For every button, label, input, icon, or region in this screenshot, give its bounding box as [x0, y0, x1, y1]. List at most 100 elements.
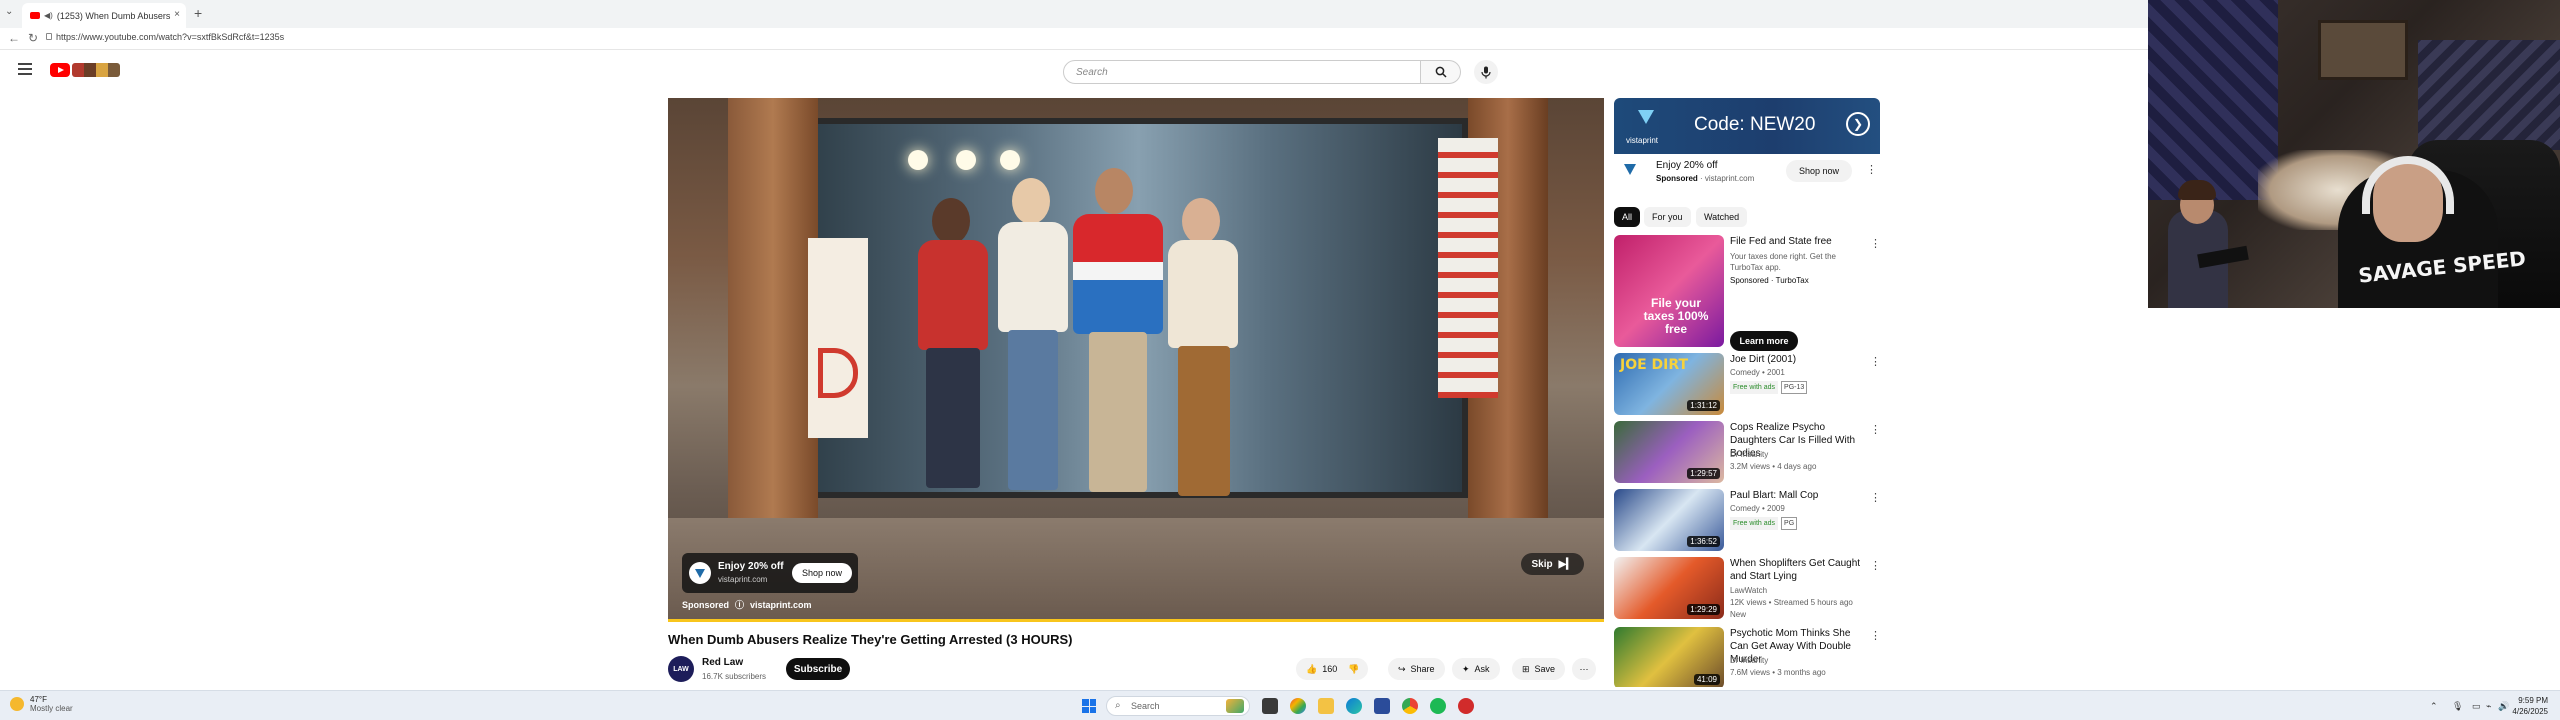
microphone-icon[interactable]: 🎙 — [2452, 701, 2463, 712]
like-count[interactable]: 160 — [1322, 664, 1337, 674]
lock-icon[interactable] — [46, 33, 52, 40]
search-button[interactable] — [1421, 60, 1461, 84]
skip-next-icon: ▶▎ — [1558, 558, 1574, 570]
url-field[interactable]: https://www.youtube.com/watch?v=sxtfBkSd… — [56, 32, 284, 42]
youtube-logo[interactable] — [50, 63, 120, 77]
shop-now-button[interactable]: Shop now — [792, 563, 852, 583]
more-vert-icon[interactable]: ⋮ — [1866, 163, 1877, 176]
rec-title[interactable]: Paul Blart: Mall Cop — [1730, 489, 1866, 502]
skip-ad-button[interactable]: Skip ▶▎ — [1521, 553, 1584, 575]
close-tab-icon[interactable]: × — [174, 9, 180, 20]
volume-icon[interactable]: 🔊 — [2498, 701, 2509, 712]
learn-more-button[interactable]: Learn more — [1730, 331, 1798, 351]
browser-tab[interactable]: ◀) (1253) When Dumb Abusers × — [22, 3, 186, 28]
more-vert-icon[interactable]: ⋮ — [1870, 423, 1881, 436]
sponsored-domain[interactable]: vistaprint.com — [750, 600, 812, 610]
ad-sponsor-line: Sponsored · vistaprint.com — [1656, 174, 1755, 183]
rec-channel[interactable]: Dr Insanity — [1730, 449, 1870, 460]
thumbs-down-icon[interactable]: 👎 — [1348, 664, 1359, 675]
recommendation-item[interactable]: File your taxes 100% free File Fed and S… — [1614, 235, 1881, 351]
ad-banner-code: Code: NEW20 — [1694, 114, 1816, 135]
video-thumbnail[interactable]: 1:29:57 — [1614, 421, 1724, 483]
speaker-icon[interactable]: ◀) — [44, 11, 53, 20]
windows-start-icon[interactable] — [1082, 699, 1096, 713]
recommendation-item[interactable]: 1:29:29 When Shoplifters Get Caught and … — [1614, 557, 1881, 619]
ad-headline: Enjoy 20% off — [718, 561, 784, 572]
thumbs-up-icon[interactable]: 👍 — [1306, 664, 1317, 675]
search-input[interactable]: Search — [1063, 60, 1421, 84]
video-player[interactable]: Enjoy 20% off vistaprint.com Shop now Sp… — [668, 98, 1604, 622]
chip-all[interactable]: All — [1614, 207, 1641, 227]
recommendation-item[interactable]: 1:29:57 Cops Realize Psycho Daughters Ca… — [1614, 421, 1881, 483]
channel-name[interactable]: Red Law — [702, 657, 743, 668]
video-thumbnail[interactable]: 41:09 — [1614, 627, 1724, 687]
file-explorer-icon[interactable] — [1318, 698, 1334, 714]
system-clock[interactable]: 9:59 PM 4/26/2025 — [2512, 695, 2548, 717]
recommendation-item[interactable]: 41:09 Psychotic Mom Thinks She Can Get A… — [1614, 627, 1880, 687]
chrome-icon[interactable] — [1402, 698, 1418, 714]
new-tab-button[interactable]: + — [194, 5, 202, 21]
subscribe-button[interactable]: Subscribe — [786, 658, 850, 680]
ad-headline: Enjoy 20% off — [1656, 160, 1718, 171]
tab-list-chevron-icon[interactable]: ⌄ — [5, 6, 13, 17]
voice-search-button[interactable] — [1474, 60, 1498, 84]
rec-badges: Free with ads PG — [1730, 517, 1870, 530]
ad-progress-bar[interactable] — [668, 619, 1604, 622]
video-thumbnail[interactable]: JOE DIRT 1:31:12 — [1614, 353, 1724, 415]
rec-channel[interactable]: LawWatch — [1730, 585, 1870, 596]
thumbnail-text: JOE DIRT — [1620, 357, 1689, 373]
search-highlight-icon[interactable] — [1226, 699, 1244, 713]
more-actions-button[interactable]: ⋯ — [1572, 658, 1596, 680]
ad-banner[interactable]: vistaprint Code: NEW20 ❯ — [1614, 98, 1880, 154]
network-icon[interactable]: ⌁ — [2486, 701, 2491, 712]
store-icon[interactable] — [1374, 698, 1390, 714]
recommendation-item[interactable]: 1:36:52 Paul Blart: Mall Cop Comedy • 20… — [1614, 489, 1881, 551]
rating-badge: PG-13 — [1781, 381, 1808, 394]
recommendation-item[interactable]: JOE DIRT 1:31:12 Joe Dirt (2001) Comedy … — [1614, 353, 1881, 415]
tab-title: (1253) When Dumb Abusers — [56, 10, 171, 21]
video-thumbnail[interactable]: File your taxes 100% free — [1614, 235, 1724, 347]
shop-now-button[interactable]: Shop now — [1786, 160, 1852, 182]
chip-for-you[interactable]: For you — [1644, 207, 1691, 227]
share-label: Share — [1410, 664, 1435, 674]
back-arrow-icon[interactable]: ← — [8, 31, 20, 45]
weather-condition: Mostly clear — [30, 704, 73, 713]
more-vert-icon[interactable]: ⋮ — [1870, 355, 1881, 368]
copilot-icon[interactable] — [1290, 698, 1306, 714]
ask-button[interactable]: ✦ Ask — [1452, 658, 1500, 680]
hamburger-menu-icon[interactable] — [18, 63, 32, 78]
spotify-icon[interactable] — [1430, 698, 1446, 714]
share-button[interactable]: ↪ Share — [1388, 658, 1445, 680]
address-bar: ← ↻ https://www.youtube.com/watch?v=sxtf… — [0, 28, 2148, 50]
ceiling-light — [956, 150, 976, 170]
chip-watched[interactable]: Watched — [1696, 207, 1748, 227]
video-thumbnail[interactable]: 1:36:52 — [1614, 489, 1724, 551]
weather-widget[interactable]: 47°F Mostly clear — [10, 695, 73, 713]
reload-icon[interactable]: ↻ — [28, 31, 38, 45]
video-thumbnail[interactable]: 1:29:29 — [1614, 557, 1724, 619]
chevron-up-icon[interactable]: ⌃ — [2430, 701, 2438, 712]
save-button[interactable]: ⊞ Save — [1512, 658, 1566, 680]
app-icon[interactable] — [1458, 698, 1474, 714]
rec-title[interactable]: File Fed and State free — [1730, 235, 1866, 248]
sponsored-label: Sponsored — [1656, 174, 1698, 183]
rec-title[interactable]: Joe Dirt (2001) — [1730, 353, 1866, 366]
more-vert-icon[interactable]: ⋮ — [1870, 237, 1881, 250]
search-icon — [1435, 66, 1447, 78]
rec-genre: Comedy • 2009 — [1730, 504, 1785, 513]
more-vert-icon[interactable]: ⋮ — [1870, 629, 1880, 642]
arrow-right-icon[interactable]: ❯ — [1846, 112, 1870, 136]
more-vert-icon[interactable]: ⋮ — [1870, 491, 1881, 504]
clock-date: 4/26/2025 — [2512, 707, 2548, 716]
rec-title[interactable]: When Shoplifters Get Caught and Start Ly… — [1730, 557, 1866, 583]
task-view-icon[interactable] — [1262, 698, 1278, 714]
ad-overlay-card[interactable]: Enjoy 20% off vistaprint.com Shop now — [682, 553, 858, 593]
display-icon[interactable]: ▭ — [2472, 701, 2481, 712]
info-icon[interactable]: ⓘ — [735, 598, 744, 611]
edge-browser-icon[interactable] — [1346, 698, 1362, 714]
sidebar-ad[interactable]: vistaprint Code: NEW20 ❯ Enjoy 20% off S… — [1614, 98, 1880, 192]
channel-avatar[interactable]: LAW — [668, 656, 694, 682]
more-vert-icon[interactable]: ⋮ — [1870, 559, 1881, 572]
ad-banner-brand: vistaprint — [1626, 136, 1659, 145]
rec-channel[interactable]: Dr Insanity — [1730, 655, 1870, 666]
